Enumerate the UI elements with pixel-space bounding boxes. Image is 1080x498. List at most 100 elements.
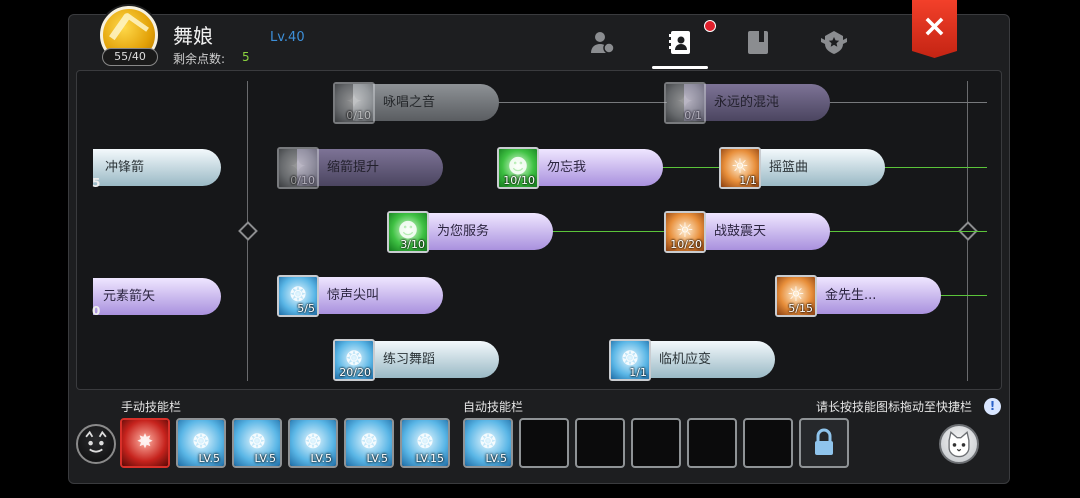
manual-skill-slot[interactable]: ✸ bbox=[120, 418, 170, 468]
manual-skill-slot[interactable]: ❂ LV.15 bbox=[400, 418, 450, 468]
auto-skill-slot[interactable] bbox=[575, 418, 625, 468]
skill-level-count: 20/20 bbox=[339, 366, 371, 379]
drag-hint-text: 请长按技能图标拖动至快捷栏 bbox=[816, 400, 973, 414]
link-line bbox=[883, 167, 987, 168]
remaining-points-value: 5 bbox=[242, 50, 250, 64]
skill-icon[interactable]: ☼ 10/20 bbox=[664, 211, 706, 253]
skill-node-improvisation[interactable]: 临机应变 ❂ 1/1 bbox=[609, 339, 775, 381]
auto-skill-slot[interactable] bbox=[631, 418, 681, 468]
skill-level-count: 5/5 bbox=[297, 302, 315, 315]
skill-icon[interactable]: ☼ 5/15 bbox=[775, 275, 817, 317]
link-line bbox=[829, 231, 987, 232]
skill-glyph-icon: ❂ bbox=[416, 429, 434, 454]
skill-level-count: 1/1 bbox=[739, 174, 757, 187]
auto-skill-slot[interactable]: ❂ LV.5 bbox=[463, 418, 513, 468]
skill-icon[interactable]: ❂ 5/5 bbox=[277, 275, 319, 317]
class-emblem-icon bbox=[108, 11, 150, 53]
pet-face-button[interactable] bbox=[76, 424, 116, 464]
skill-icon[interactable]: ✦ 0/10 bbox=[277, 147, 319, 189]
skill-book-icon bbox=[669, 31, 690, 54]
skill-glyph-icon: ❂ bbox=[192, 429, 210, 454]
pet-face-icon bbox=[85, 430, 107, 453]
skill-node-eternal-chaos[interactable]: 永远的混沌 ✦ 0/1 bbox=[664, 82, 830, 124]
skill-node-improve-concentration[interactable]: 缩箭提升 ✦ 0/10 bbox=[277, 147, 443, 189]
character-level: Lv.40 bbox=[270, 30, 305, 45]
skill-level-count: 0/1 bbox=[684, 109, 702, 122]
profile-icon bbox=[591, 32, 615, 54]
cat-mascot-button[interactable] bbox=[939, 424, 979, 464]
notification-dot bbox=[704, 20, 716, 32]
book-icon bbox=[748, 31, 768, 54]
skill-node-forget-me-not[interactable]: 勿忘我 ☻ 10/10 bbox=[497, 147, 663, 189]
link-line bbox=[662, 167, 722, 168]
skill-icon[interactable]: ☻ 10/10 bbox=[497, 147, 539, 189]
skill-glyph-icon: ✸ bbox=[136, 429, 154, 454]
auto-skill-slot[interactable] bbox=[519, 418, 569, 468]
skill-glyph-icon: ❂ bbox=[248, 429, 266, 454]
manual-skill-slot[interactable]: ❂ LV.5 bbox=[344, 418, 394, 468]
skill-node-mr-gold[interactable]: 金先生... ☼ 5/15 bbox=[775, 275, 941, 317]
skill-node-elemental-arrow[interactable]: 元素箭矢 bbox=[93, 278, 221, 315]
manual-bar-label: 手动技能栏 bbox=[121, 400, 182, 414]
skill-tree: 冲锋箭 5 元素箭矢 0 咏唱之音 ✦ 0/10 永远的混沌 ✦ 0/1 缩箭提升 ✦ 0/10… bbox=[76, 70, 1002, 390]
skill-node-charge-arrow[interactable]: 冲锋箭 bbox=[93, 149, 221, 186]
close-button[interactable]: × bbox=[912, 0, 957, 58]
link-line bbox=[939, 295, 987, 296]
tab-emblem[interactable] bbox=[818, 26, 850, 58]
manual-skill-slot[interactable]: ❂ LV.5 bbox=[288, 418, 338, 468]
slot-level: LV.5 bbox=[198, 452, 220, 465]
skill-icon[interactable]: ✦ 0/1 bbox=[664, 82, 706, 124]
tab-book[interactable] bbox=[742, 26, 774, 58]
tab-profile[interactable] bbox=[586, 26, 618, 58]
skill-name: 冲锋箭 bbox=[93, 149, 221, 186]
skill-node-chant[interactable]: 咏唱之音 ✦ 0/10 bbox=[333, 82, 499, 124]
points-badge: 55/40 bbox=[102, 48, 158, 66]
lock-icon bbox=[815, 428, 833, 455]
auto-skill-slot[interactable] bbox=[687, 418, 737, 468]
locked-slot[interactable] bbox=[799, 418, 849, 468]
slot-level: LV.5 bbox=[485, 452, 507, 465]
skill-level-count: 10/10 bbox=[503, 174, 535, 187]
skill-glyph-icon: ❂ bbox=[304, 429, 322, 454]
tier-divider-ornament bbox=[238, 221, 258, 241]
info-icon[interactable]: ! bbox=[984, 398, 1001, 415]
character-name: 舞娘 bbox=[173, 24, 213, 48]
emblem-icon bbox=[821, 31, 847, 54]
skill-glyph-icon: ❂ bbox=[479, 429, 497, 454]
link-line bbox=[497, 102, 667, 103]
skill-icon[interactable]: ✦ 0/10 bbox=[333, 82, 375, 124]
manual-skill-slot[interactable]: ❂ LV.5 bbox=[176, 418, 226, 468]
close-icon: × bbox=[921, 9, 948, 44]
skill-icon[interactable]: ❂ 1/1 bbox=[609, 339, 651, 381]
slot-level: LV.5 bbox=[366, 452, 388, 465]
manual-skill-slot[interactable]: ❂ LV.5 bbox=[232, 418, 282, 468]
slot-level: LV.5 bbox=[254, 452, 276, 465]
skill-level-count: 0/10 bbox=[290, 174, 315, 187]
skill-level-count: 10/20 bbox=[670, 238, 702, 251]
link-line bbox=[827, 102, 987, 103]
skill-glyph-icon: ❂ bbox=[360, 429, 378, 454]
skill-level-count: 0/10 bbox=[346, 109, 371, 122]
skill-node-dance-lesson[interactable]: 练习舞蹈 ❂ 20/20 bbox=[333, 339, 499, 381]
skill-level-count: 0 bbox=[92, 304, 101, 318]
skill-icon[interactable]: ☻ 3/10 bbox=[387, 211, 429, 253]
skill-level-count: 1/1 bbox=[629, 366, 647, 379]
skill-name: 元素箭矢 bbox=[93, 278, 221, 315]
tab-skills[interactable] bbox=[664, 26, 696, 58]
link-line bbox=[551, 231, 666, 232]
remaining-points-label: 剩余点数: bbox=[173, 52, 226, 66]
skill-level-count: 5/15 bbox=[788, 302, 813, 315]
skill-node-service-for-you[interactable]: 为您服务 ☻ 3/10 bbox=[387, 211, 553, 253]
skill-node-war-drum[interactable]: 战鼓震天 ☼ 10/20 bbox=[664, 211, 830, 253]
auto-skill-slot[interactable] bbox=[743, 418, 793, 468]
skill-level-count: 3/10 bbox=[400, 238, 425, 251]
skill-icon[interactable]: ☼ 1/1 bbox=[719, 147, 761, 189]
slot-level: LV.15 bbox=[415, 452, 444, 465]
cat-icon bbox=[948, 431, 970, 458]
skill-node-frightening-scream[interactable]: 惊声尖叫 ❂ 5/5 bbox=[277, 275, 443, 317]
skill-node-lullaby[interactable]: 摇篮曲 ☼ 1/1 bbox=[719, 147, 885, 189]
active-tab-indicator bbox=[652, 66, 708, 69]
skill-icon[interactable]: ❂ 20/20 bbox=[333, 339, 375, 381]
skill-level-count: 5 bbox=[92, 176, 101, 190]
auto-bar-label: 自动技能栏 bbox=[463, 400, 524, 414]
